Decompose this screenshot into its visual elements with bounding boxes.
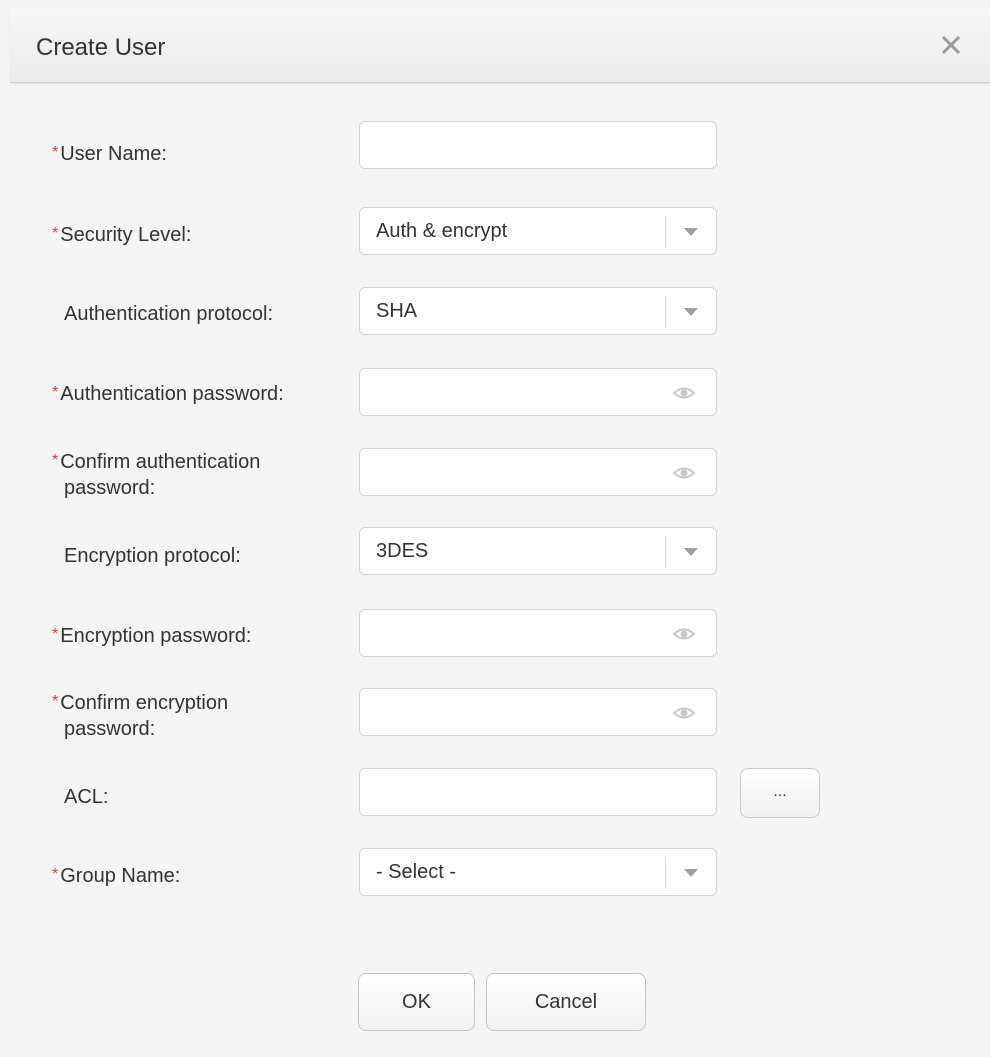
security-level-select[interactable]: Auth & encrypt — [359, 207, 717, 255]
confirm-enc-password-label: * Confirm encryption password: — [52, 692, 229, 740]
cancel-button[interactable]: Cancel — [486, 973, 646, 1031]
acl-input[interactable] — [359, 768, 717, 816]
required-star: * — [52, 626, 59, 643]
group-name-label: * Group Name: — [52, 865, 181, 887]
enc-protocol-label: Encryption protocol: — [64, 545, 241, 567]
required-star: * — [52, 144, 59, 161]
auth-protocol-select[interactable]: SHA — [359, 287, 717, 335]
enc-protocol-select[interactable]: 3DES — [359, 527, 717, 575]
eye-icon[interactable] — [672, 463, 696, 483]
auth-protocol-label: Authentication protocol: — [64, 303, 274, 325]
auth-password-label: * Authentication password: — [52, 383, 284, 405]
confirm-auth-password-input[interactable] — [359, 448, 717, 496]
user-name-label: * User Name: — [52, 143, 167, 165]
chevron-down-icon — [684, 308, 698, 316]
security-level-label: * Security Level: — [52, 224, 192, 246]
required-star: * — [52, 384, 59, 401]
chevron-down-icon — [684, 548, 698, 556]
eye-icon[interactable] — [672, 703, 696, 723]
required-star: * — [52, 866, 59, 883]
dialog-title: Create User — [36, 34, 166, 61]
close-icon[interactable] — [936, 30, 966, 60]
group-name-select[interactable]: - Select - — [359, 848, 717, 896]
required-star: * — [52, 225, 59, 242]
chevron-down-icon — [684, 228, 698, 236]
eye-icon[interactable] — [672, 383, 696, 403]
create-user-dialog: Create User * User Name: * Security Level:… — [0, 0, 990, 1057]
chevron-down-icon — [684, 869, 698, 877]
confirm-auth-password-label: * Confirm authentication password: — [52, 451, 261, 499]
dialog-titlebar: Create User — [10, 8, 990, 83]
ok-button[interactable]: OK — [358, 973, 475, 1031]
confirm-enc-password-input[interactable] — [359, 688, 717, 736]
required-star: * — [52, 693, 59, 710]
required-star: * — [52, 452, 59, 469]
enc-password-label: * Encryption password: — [52, 625, 252, 647]
enc-password-input[interactable] — [359, 609, 717, 657]
acl-browse-button[interactable]: ... — [740, 768, 820, 818]
user-name-input[interactable] — [359, 121, 717, 169]
auth-password-input[interactable] — [359, 368, 717, 416]
eye-icon[interactable] — [672, 624, 696, 644]
acl-label: ACL: — [64, 786, 109, 808]
